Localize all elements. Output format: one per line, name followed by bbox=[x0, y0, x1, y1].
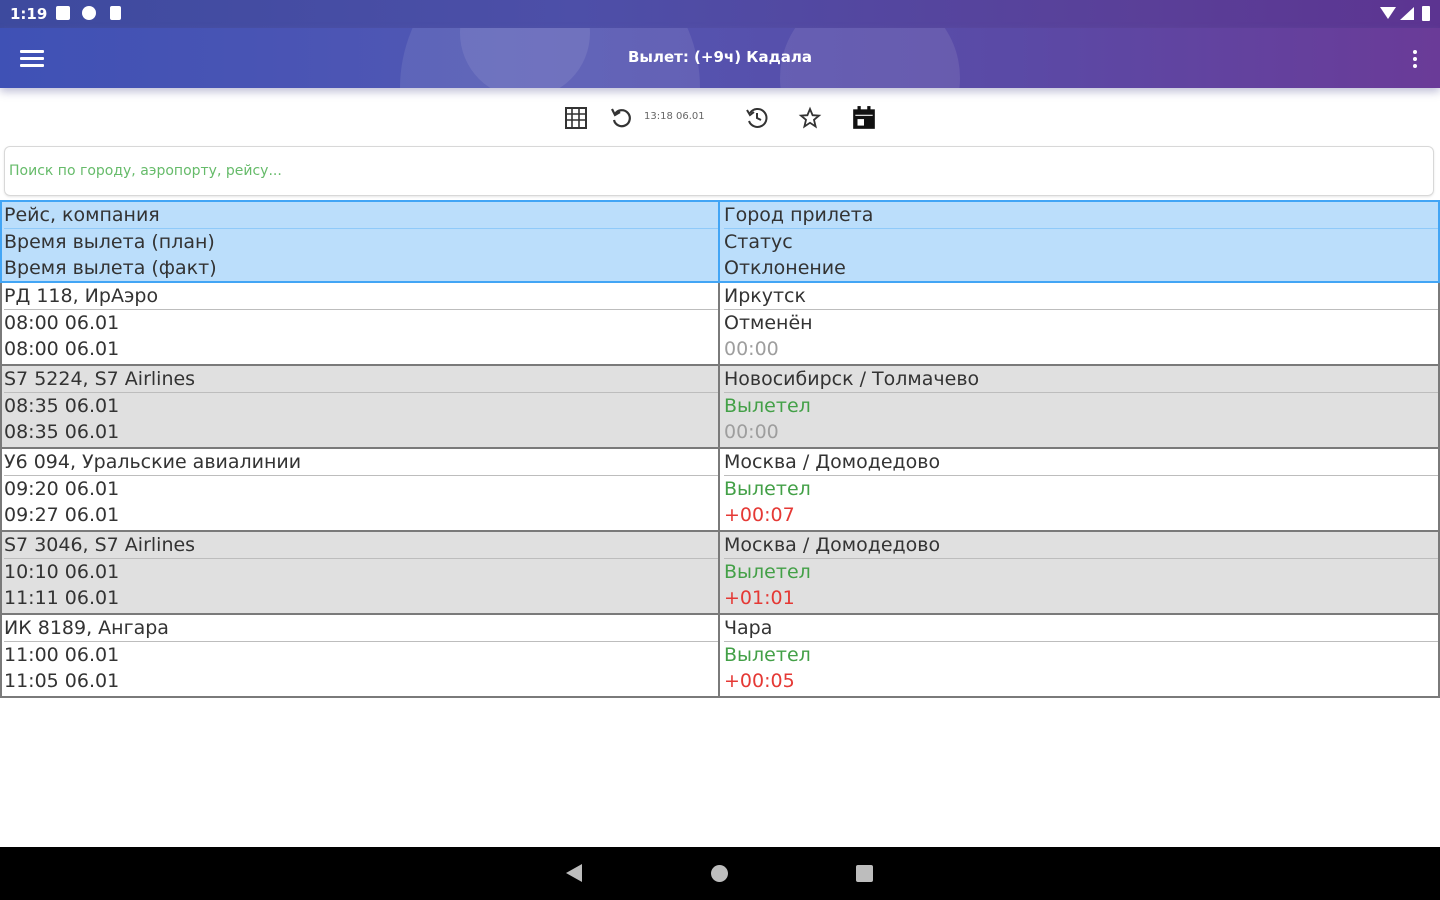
flight-status: Вылетел bbox=[724, 561, 811, 583]
planned-time: 10:10 06.01 bbox=[4, 561, 120, 583]
planned-time: 09:20 06.01 bbox=[4, 478, 120, 500]
header-deviation: Отклонение bbox=[724, 257, 846, 279]
wifi-icon bbox=[1380, 7, 1396, 19]
arrival-city: Чара bbox=[724, 615, 1438, 642]
header-right: Город прилета Статус Отклонение bbox=[722, 202, 1438, 281]
flights-table: Рейс, компания Время вылета (план) Время… bbox=[0, 200, 1440, 698]
table-view-icon[interactable] bbox=[562, 104, 590, 132]
deviation: 00:00 bbox=[724, 338, 779, 360]
header-flight-company: Рейс, компания bbox=[4, 202, 718, 229]
actual-time: 09:27 06.01 bbox=[4, 504, 120, 526]
home-icon[interactable] bbox=[711, 865, 728, 882]
flight-status: Вылетел bbox=[724, 478, 811, 500]
signal-icon bbox=[1400, 7, 1414, 20]
sd-card-icon bbox=[110, 6, 121, 20]
status-bar: 1:19 bbox=[0, 0, 1440, 28]
status-time: 1:19 bbox=[10, 5, 48, 23]
deviation: +01:01 bbox=[724, 587, 795, 609]
header-arrival-city: Город прилета bbox=[724, 202, 1438, 229]
planned-time: 08:35 06.01 bbox=[4, 395, 120, 417]
refresh-icon[interactable] bbox=[607, 104, 635, 132]
actual-time: 08:35 06.01 bbox=[4, 421, 120, 443]
p-icon bbox=[82, 6, 96, 20]
recents-icon[interactable] bbox=[856, 865, 873, 882]
search-box[interactable] bbox=[4, 146, 1434, 196]
favorite-star-icon[interactable] bbox=[796, 104, 824, 132]
arrival-city: Москва / Домодедово bbox=[724, 449, 1438, 476]
deviation: 00:00 bbox=[724, 421, 779, 443]
flight-company: ИК 8189, Ангара bbox=[4, 615, 718, 642]
arrival-city: Иркутск bbox=[724, 283, 1438, 310]
header-planned-time: Время вылета (план) bbox=[4, 231, 215, 253]
header-status: Статус bbox=[724, 231, 793, 253]
battery-icon bbox=[1422, 6, 1430, 21]
header-actual-time: Время вылета (факт) bbox=[4, 257, 217, 279]
planned-time: 08:00 06.01 bbox=[4, 312, 120, 334]
back-icon[interactable] bbox=[566, 864, 582, 882]
flight-row[interactable]: У6 094, Уральские авиалинии 09:20 06.01 … bbox=[0, 449, 1440, 532]
flight-status: Вылетел bbox=[724, 644, 811, 666]
more-options-icon[interactable] bbox=[1412, 50, 1418, 70]
flight-company: S7 5224, S7 Airlines bbox=[4, 366, 718, 393]
table-header: Рейс, компания Время вылета (план) Время… bbox=[0, 200, 1440, 283]
deviation: +00:07 bbox=[724, 504, 795, 526]
flight-company: РД 118, ИрАэро bbox=[4, 283, 718, 310]
toolbar: 13:18 06.01 bbox=[0, 100, 1440, 136]
flight-company: У6 094, Уральские авиалинии bbox=[4, 449, 718, 476]
last-update-time: 13:18 06.01 bbox=[644, 111, 705, 122]
actual-time: 11:11 06.01 bbox=[4, 587, 120, 609]
notification-icon bbox=[56, 6, 70, 20]
calendar-icon[interactable] bbox=[850, 104, 878, 132]
flight-row[interactable]: РД 118, ИрАэро 08:00 06.01 08:00 06.01 И… bbox=[0, 283, 1440, 366]
flight-company: S7 3046, S7 Airlines bbox=[4, 532, 718, 559]
arrival-city: Новосибирск / Толмачево bbox=[724, 366, 1438, 393]
search-input[interactable] bbox=[5, 147, 1433, 195]
header-left: Рейс, компания Время вылета (план) Время… bbox=[2, 202, 720, 281]
app-bar: Вылет: (+9ч) Кадала bbox=[0, 28, 1440, 88]
flight-status: Вылетел bbox=[724, 395, 811, 417]
navigation-bar bbox=[0, 847, 1440, 900]
planned-time: 11:00 06.01 bbox=[4, 644, 120, 666]
arrival-city: Москва / Домодедово bbox=[724, 532, 1438, 559]
flight-status: Отменён bbox=[724, 312, 813, 334]
flight-row[interactable]: ИК 8189, Ангара 11:00 06.01 11:05 06.01 … bbox=[0, 615, 1440, 698]
history-icon[interactable] bbox=[743, 104, 771, 132]
deviation: +00:05 bbox=[724, 670, 795, 692]
flight-row[interactable]: S7 5224, S7 Airlines 08:35 06.01 08:35 0… bbox=[0, 366, 1440, 449]
actual-time: 08:00 06.01 bbox=[4, 338, 120, 360]
actual-time: 11:05 06.01 bbox=[4, 670, 120, 692]
page-title: Вылет: (+9ч) Кадала bbox=[627, 48, 813, 66]
flight-row[interactable]: S7 3046, S7 Airlines 10:10 06.01 11:11 0… bbox=[0, 532, 1440, 615]
